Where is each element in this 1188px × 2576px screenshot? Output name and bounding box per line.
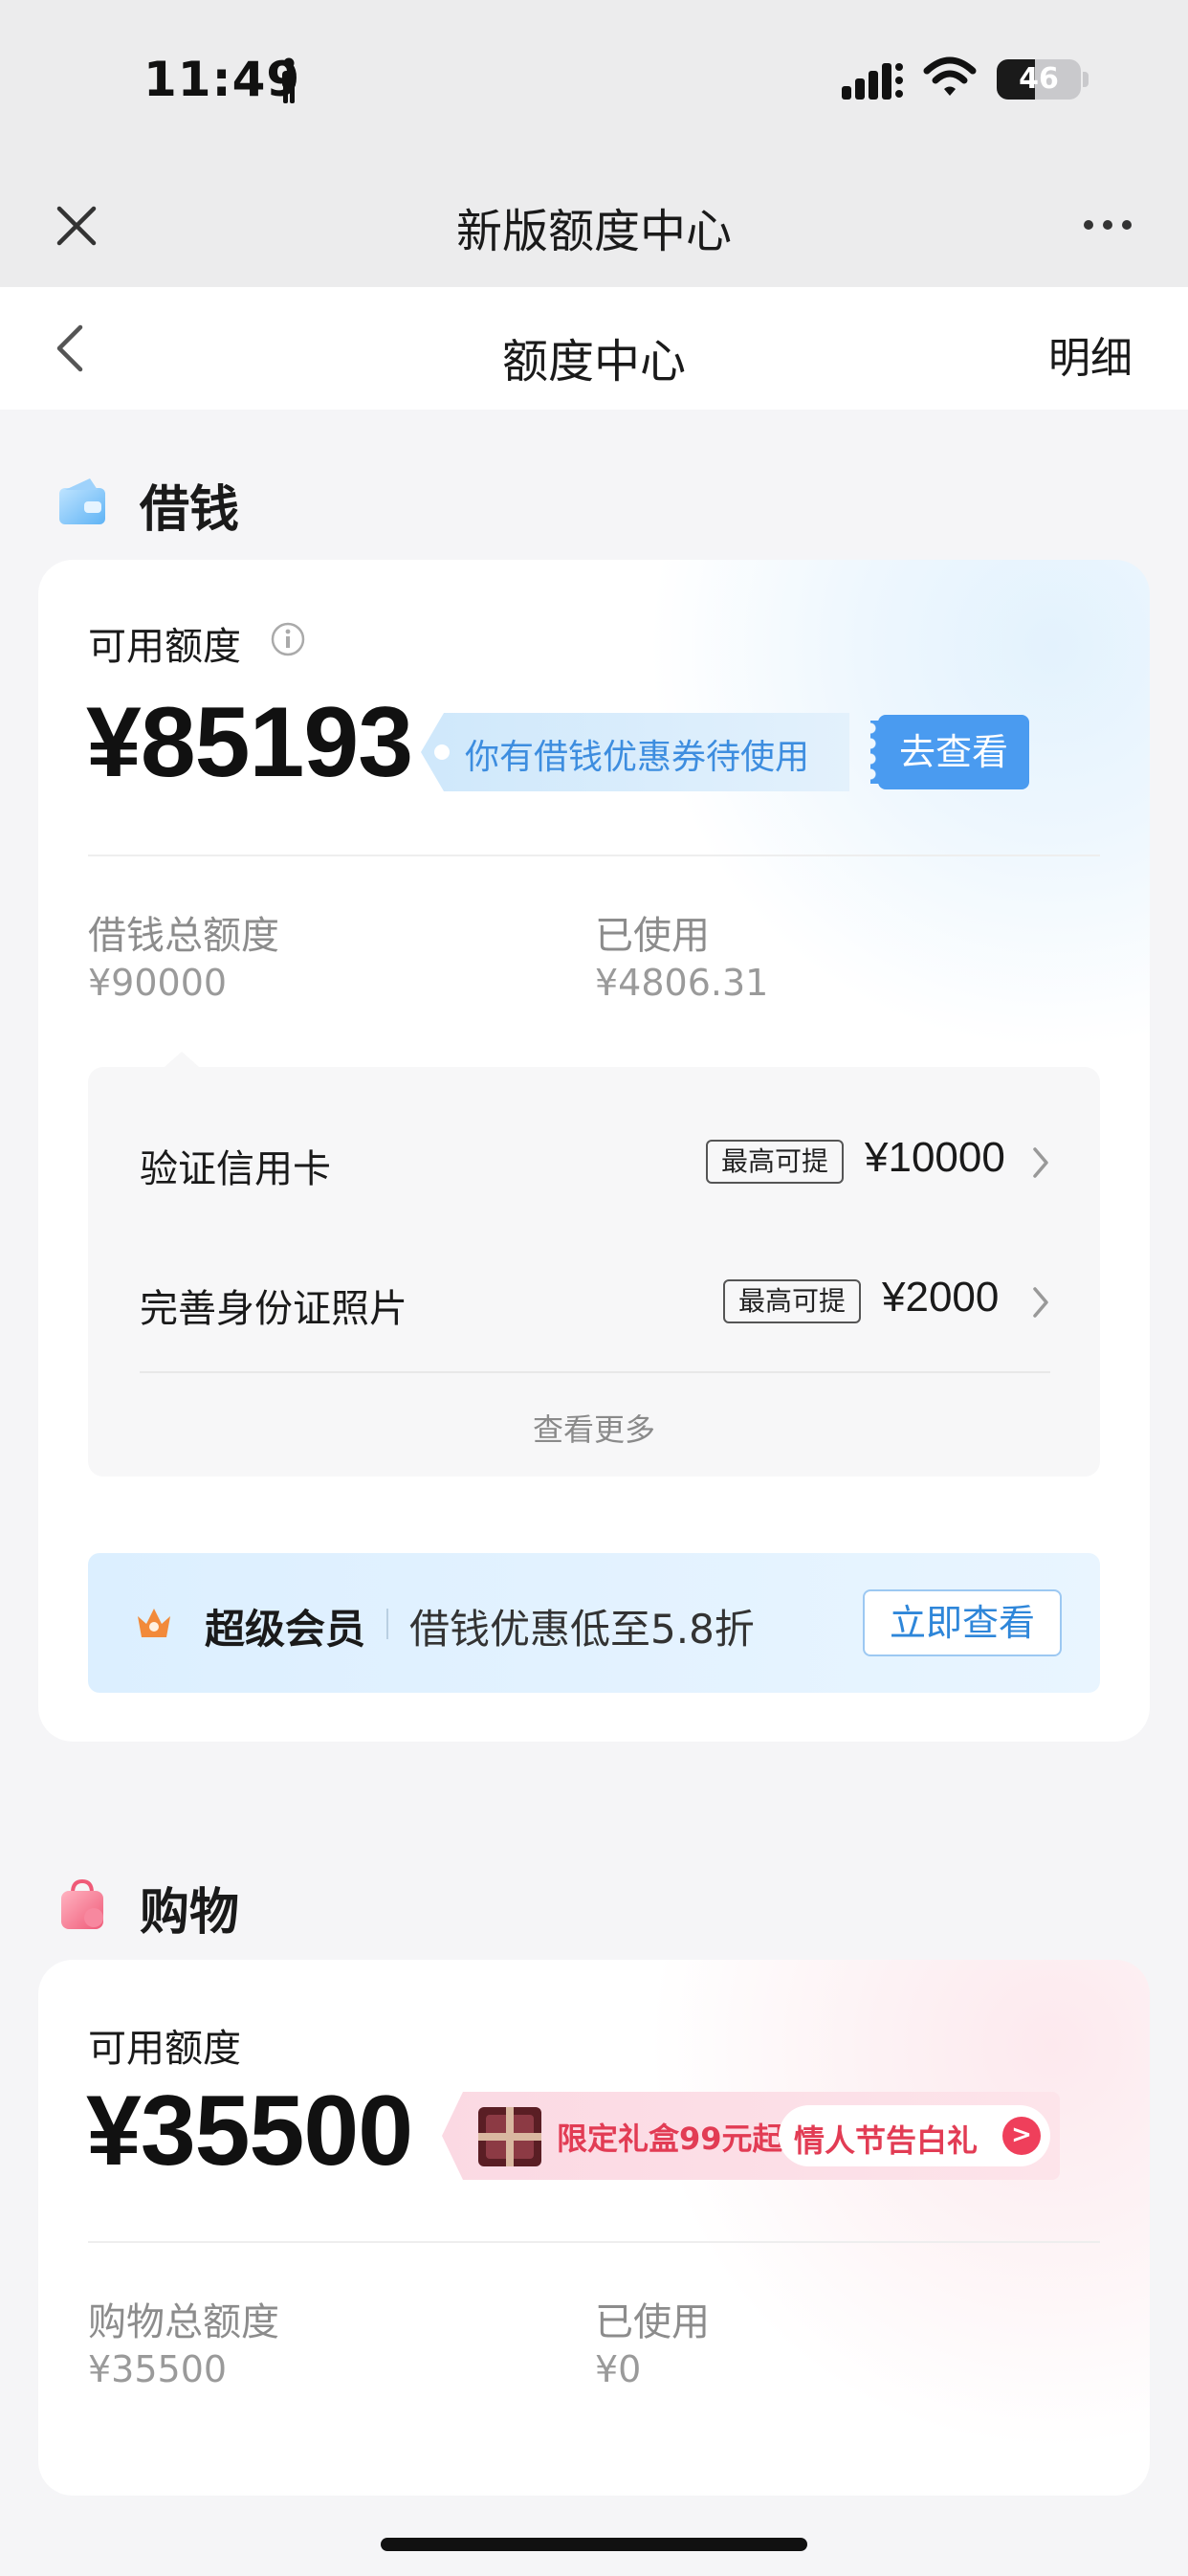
shopping-available-amount: ¥35500 — [86, 2076, 413, 2187]
task-amount: ¥10000 — [865, 1134, 1005, 1181]
loan-total-value: ¥90000 — [88, 962, 228, 1004]
task-amount: ¥2000 — [882, 1274, 1000, 1321]
task-label: 完善身份证照片 — [140, 1287, 407, 1331]
shopping-available-label: 可用额度 — [88, 2027, 241, 2071]
gift-box-icon — [478, 2107, 541, 2166]
promo-pill-text: 情人节告白礼 — [794, 2122, 979, 2159]
app-bar: 新版额度中心 — [0, 163, 1188, 287]
page-title: 额度中心 — [501, 335, 686, 389]
battery-cap — [1083, 72, 1089, 87]
task-row-verify-credit-card[interactable]: 验证信用卡 最高可提 ¥10000 — [140, 1122, 1050, 1199]
loan-used-label: 已使用 — [595, 914, 710, 958]
shopping-card: 可用额度 ¥35500 限定礼盒99元起 情人节告白礼 > 购物总额度 ¥355… — [38, 1960, 1150, 2496]
info-icon[interactable] — [270, 621, 306, 657]
coupon-text: 你有借钱优惠券待使用 — [465, 738, 810, 777]
battery-level: 46 — [1019, 62, 1059, 96]
max-badge: 最高可提 — [723, 1279, 862, 1323]
person-icon — [282, 57, 296, 103]
loan-card: 可用额度 ¥85193 你有借钱优惠券待使用 去查看 借钱总额度 ¥90000 … — [38, 560, 1150, 1742]
shopping-section-title: 购物 — [140, 1884, 240, 1942]
task-label: 验证信用卡 — [140, 1147, 331, 1191]
gift-promo-banner[interactable]: 限定礼盒99元起 情人节告白礼 > — [442, 2092, 1060, 2180]
credit-tasks-panel: 验证信用卡 最高可提 ¥10000 完善身份证照片 最高可提 ¥2000 查看更… — [88, 1052, 1100, 1477]
shopping-used-label: 已使用 — [595, 2300, 710, 2344]
loan-divider — [88, 855, 1100, 856]
chevron-right-icon — [1033, 1147, 1048, 1178]
coupon-view-button[interactable]: 去查看 — [870, 715, 1029, 789]
shopping-total-value: ¥35500 — [88, 2348, 228, 2390]
coupon-dot — [434, 744, 450, 760]
loan-coupon-tag[interactable]: 你有借钱优惠券待使用 去查看 — [421, 713, 1031, 791]
status-bar: 11:49 46 — [0, 0, 1188, 163]
signal-icon — [842, 63, 903, 100]
detail-link[interactable]: 明细 — [1048, 323, 1133, 385]
arrow-right-icon: > — [1002, 2117, 1041, 2155]
wifi-icon — [923, 56, 977, 96]
see-more-link[interactable]: 查看更多 — [88, 1406, 1100, 1450]
app-title: 新版额度中心 — [455, 205, 732, 258]
home-indicator — [381, 2538, 807, 2551]
wallet-icon — [59, 478, 105, 524]
battery-icon: 46 — [997, 59, 1081, 100]
loan-total-label: 借钱总额度 — [88, 914, 279, 958]
vip-view-button[interactable]: 立即查看 — [863, 1589, 1062, 1656]
more-icon[interactable] — [1081, 215, 1134, 234]
loan-section-title: 借钱 — [140, 481, 240, 539]
promo-text: 限定礼盒99元起 — [557, 2121, 783, 2157]
vip-separator — [386, 1609, 388, 1639]
shopping-divider — [88, 2241, 1100, 2243]
shopping-total-label: 购物总额度 — [88, 2300, 279, 2344]
super-vip-banner[interactable]: 超级会员 借钱优惠低至5.8折 立即查看 — [88, 1553, 1100, 1693]
vip-description: 借钱优惠低至5.8折 — [409, 1606, 755, 1653]
loan-used-value: ¥4806.31 — [595, 962, 769, 1004]
vip-title: 超级会员 — [205, 1606, 366, 1653]
loan-available-amount: ¥85193 — [86, 687, 413, 798]
nav-bar: 额度中心 明细 — [0, 287, 1188, 410]
chevron-right-icon — [1033, 1287, 1048, 1318]
task-row-id-photo[interactable]: 完善身份证照片 最高可提 ¥2000 — [140, 1262, 1050, 1339]
max-badge: 最高可提 — [706, 1140, 845, 1184]
crown-icon — [138, 1609, 170, 1637]
shopping-used-value: ¥0 — [595, 2348, 642, 2390]
promo-pill[interactable]: 情人节告白礼 > — [779, 2105, 1050, 2166]
loan-available-label: 可用额度 — [88, 625, 241, 669]
tasks-divider — [140, 1371, 1050, 1373]
shopping-bag-icon — [61, 1879, 103, 1929]
